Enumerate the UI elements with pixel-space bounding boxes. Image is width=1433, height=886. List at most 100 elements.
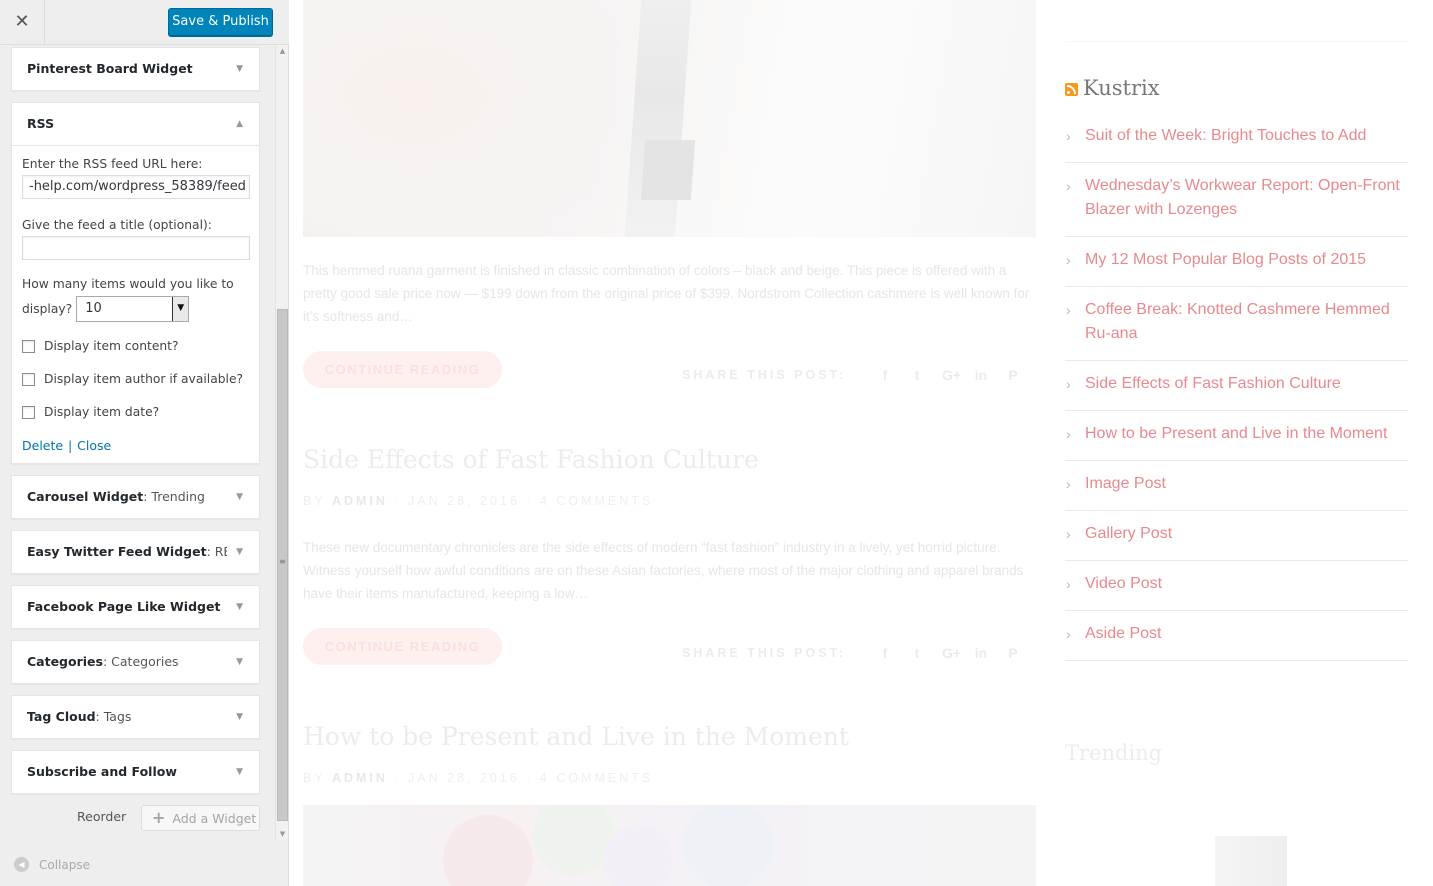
expand-arrow-icon[interactable]: ▼ [236,641,243,683]
rss-feed-item-link[interactable]: Side Effects of Fast Fashion Culture [1085,375,1341,392]
meta-comments[interactable]: 4 COMMENTS [540,771,653,785]
widget-carousel[interactable]: Carousel Widget: Trending ▼ [11,475,260,519]
continue-reading-button[interactable]: CONTINUE READING [303,628,502,665]
meta-author[interactable]: ADMIN [332,494,388,508]
widget-tag-cloud[interactable]: Tag Cloud: Tags ▼ [11,695,260,739]
share-label: SHARE THIS POST: [682,368,846,382]
rss-feed-item-link[interactable]: Coffee Break: Knotted Cashmere Hemmed Ru… [1085,301,1390,342]
post-title[interactable]: Side Effects of Fast Fashion Culture [303,445,759,474]
collapse-button[interactable]: ◀ Collapse [14,857,90,872]
collapse-arrow-icon[interactable]: ▲ [236,103,243,145]
rss-count-label: How many items would you like to [22,277,234,291]
scroll-down-arrow-icon[interactable]: ▼ [276,828,289,840]
widget-subtitle: : Tags [95,709,132,724]
widget-subtitle: : Trending [143,489,205,504]
rss-feed-item-link[interactable]: Suit of the Week: Bright Touches to Add [1085,127,1366,144]
rss-feed-item[interactable]: › Suit of the Week: Bright Touches to Add [1065,113,1408,163]
facebook-icon[interactable]: f [878,367,892,383]
rss-feed-item[interactable]: › Wednesday’s Workwear Report: Open-Front… [1065,163,1408,237]
rss-feed-item[interactable]: › How to be Present and Live in the Momen… [1065,411,1408,461]
expand-arrow-icon[interactable]: ▼ [236,586,243,628]
display-author-label: Display item author if available? [44,372,244,386]
meta-author[interactable]: ADMIN [332,771,388,785]
widget-rss-header[interactable]: RSS ▲ [12,103,259,145]
meta-separator: · [526,771,540,785]
image-detail [603,825,673,886]
meta-comments[interactable]: 4 COMMENTS [540,494,653,508]
expand-arrow-icon[interactable]: ▼ [236,531,243,573]
chevron-right-icon: › [1066,576,1071,592]
chevron-right-icon: › [1066,626,1071,642]
twitter-icon[interactable]: t [910,645,924,661]
widget-subscribe[interactable]: Subscribe and Follow ▼ [11,750,260,794]
expand-arrow-icon[interactable]: ▼ [236,476,243,518]
rss-feed-item[interactable]: › Video Post [1065,561,1408,611]
chevron-right-icon: › [1066,302,1071,318]
widget-twitter[interactable]: Easy Twitter Feed Widget: RE... ▼ [11,530,260,574]
widget-pinterest[interactable]: Pinterest Board Widget ▼ [11,47,260,91]
trending-widget-title: Trending [1065,741,1163,765]
chevron-right-icon: › [1066,376,1071,392]
collapse-label: Collapse [39,857,90,872]
widget-title: Easy Twitter Feed Widget [27,544,207,559]
rss-feed-item-link[interactable]: How to be Present and Live in the Moment [1085,425,1387,442]
google-plus-icon[interactable]: G+ [942,367,961,383]
rss-icon[interactable] [1065,83,1078,96]
rss-feed-item[interactable]: › Gallery Post [1065,511,1408,561]
pinterest-icon[interactable]: P [1006,367,1020,383]
scrollbar-thumb[interactable]: ≡ [277,309,288,821]
display-date-checkbox[interactable] [22,405,35,419]
image-detail [683,805,773,886]
rss-feed-item[interactable]: › Image Post [1065,461,1408,511]
rss-title-input[interactable] [22,236,250,260]
post-title[interactable]: How to be Present and Live in the Moment [303,722,849,751]
widget-list: Pinterest Board Widget ▼ RSS ▲ Enter the… [0,45,275,840]
display-author-checkbox[interactable] [22,372,35,386]
facebook-icon[interactable]: f [878,645,892,661]
rss-feed-item-link[interactable]: Image Post [1085,475,1166,492]
widget-title: Categories [27,654,103,669]
add-widget-button[interactable]: + Add a Widget [141,805,260,831]
scroll-up-arrow-icon[interactable]: ▲ [276,45,289,57]
scrollbar-grip-icon: ≡ [279,557,286,566]
rss-title-label: Give the feed a title (optional): [22,218,212,232]
widget-subtitle: : Categories [102,654,179,669]
continue-reading-button[interactable]: CONTINUE READING [303,351,502,388]
rss-feed-item[interactable]: › Coffee Break: Knotted Cashmere Hemmed R… [1065,287,1408,361]
display-content-checkbox[interactable] [22,339,35,353]
rss-count-select[interactable]: 10 ▼ [76,296,190,322]
expand-arrow-icon[interactable]: ▼ [236,696,243,738]
expand-arrow-icon[interactable]: ▼ [236,751,243,793]
reorder-link[interactable]: Reorder [77,809,126,824]
pinterest-icon[interactable]: P [1006,645,1020,661]
widget-categories[interactable]: Categories: Categories ▼ [11,640,260,684]
linkedin-icon[interactable]: in [974,645,988,661]
delete-link[interactable]: Delete [22,438,63,453]
sidebar-scrollbar[interactable]: ▲ ≡ ▼ [275,45,288,840]
add-widget-label: Add a Widget [172,811,257,826]
image-detail [443,815,533,886]
widget-title: Subscribe and Follow [27,764,177,779]
rss-feed-item-link[interactable]: Video Post [1085,575,1162,592]
twitter-icon[interactable]: t [910,367,924,383]
close-customizer-button[interactable]: ✕ [0,0,45,45]
google-plus-icon[interactable]: G+ [942,645,961,661]
rss-url-input[interactable]: -help.com/wordpress_58389/feed [22,175,250,199]
customizer-panel: ✕ Save & Publish Pinterest Board Widget … [0,0,289,886]
rss-feed-item[interactable]: › Aside Post [1065,611,1408,661]
rss-feed-item-link[interactable]: Wednesday’s Workwear Report: Open-Front … [1085,177,1400,218]
dropdown-arrow-icon[interactable]: ▼ [172,297,189,321]
rss-feed-item-link[interactable]: Aside Post [1085,625,1161,642]
rss-feed-item-link[interactable]: Gallery Post [1085,525,1172,542]
rss-feed-item-link[interactable]: My 12 Most Popular Blog Posts of 2015 [1085,251,1366,268]
save-publish-button[interactable]: Save & Publish [168,8,273,36]
close-link[interactable]: Close [77,438,111,453]
expand-arrow-icon[interactable]: ▼ [236,48,243,90]
rss-widget-title[interactable]: Kustrix [1083,76,1160,100]
widget-facebook[interactable]: Facebook Page Like Widget ▼ [11,585,260,629]
post-featured-image [303,805,1036,886]
rss-feed-item[interactable]: › Side Effects of Fast Fashion Culture [1065,361,1408,411]
rss-feed-item[interactable]: › My 12 Most Popular Blog Posts of 2015 [1065,237,1408,287]
linkedin-icon[interactable]: in [974,367,988,383]
trending-image[interactable] [1215,836,1287,886]
